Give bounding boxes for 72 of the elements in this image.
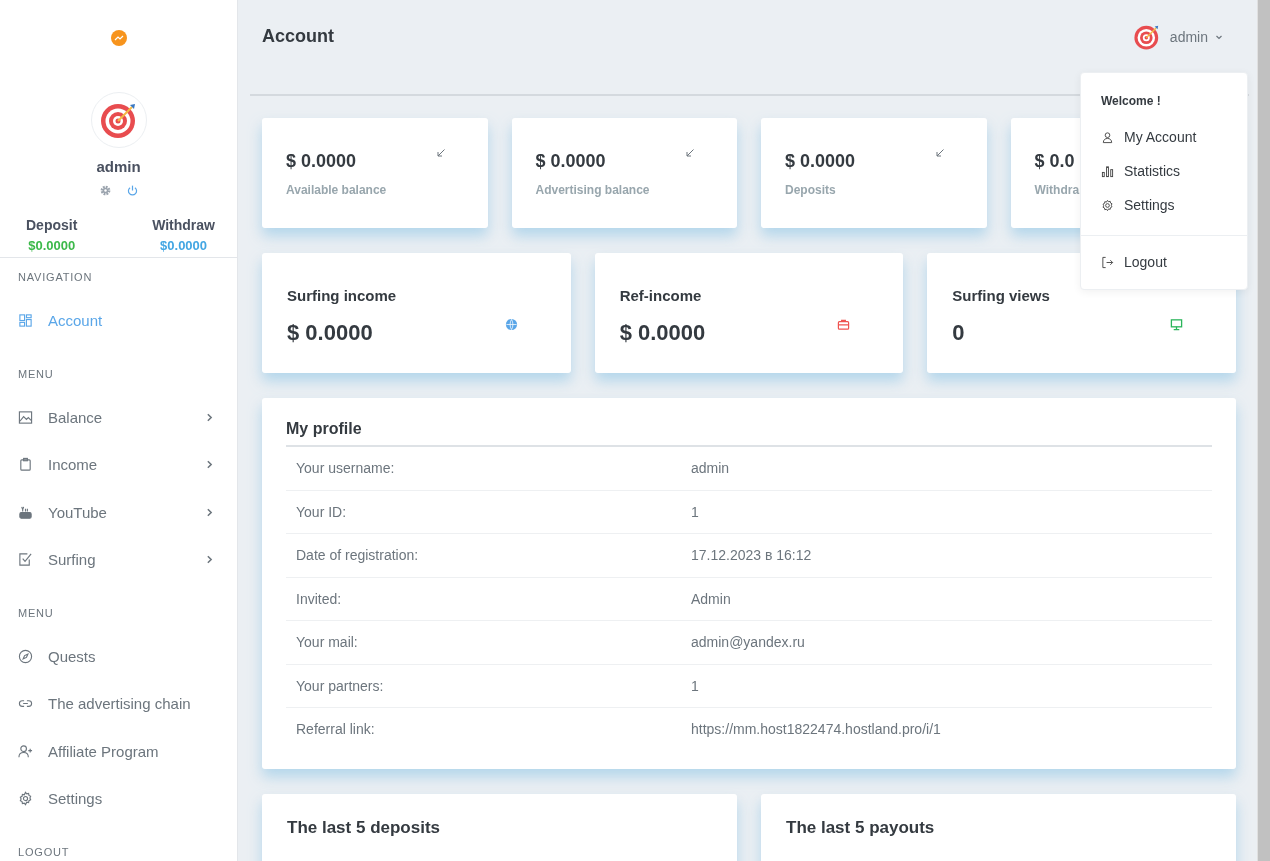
- scrollbar[interactable]: [1257, 0, 1270, 861]
- arrow-icon: [685, 148, 695, 158]
- table-cell: 1: [691, 677, 699, 694]
- power-icon[interactable]: [125, 184, 139, 197]
- balance-value: $0.0000: [160, 238, 208, 253]
- balance-value: $0.0000: [28, 238, 76, 253]
- table-cell: Admin: [691, 590, 731, 607]
- user-icon: [1101, 130, 1114, 144]
- card-title: The last 5 deposits: [287, 818, 442, 838]
- clipboard-icon: [18, 457, 33, 473]
- table-cell: admin: [691, 460, 730, 477]
- table-cell: Date of registration:: [296, 547, 419, 564]
- user-menu-button[interactable]: admin: [1132, 22, 1224, 51]
- arrow-icon: [435, 148, 446, 158]
- stat-label: Surfing income: [287, 287, 397, 304]
- card-title: The last 5 payouts: [786, 818, 936, 838]
- section-heading: MENU: [18, 367, 54, 382]
- sidebar-item[interactable]: Quests: [18, 632, 237, 680]
- balance-label: Deposit: [26, 217, 78, 233]
- balance-label: Withdraw: [152, 217, 215, 233]
- balance-amount: $ 0.0000: [535, 151, 606, 172]
- image-icon: [18, 409, 33, 425]
- table-cell: Referral link:: [296, 721, 375, 738]
- video-icon: [18, 504, 33, 520]
- balance-amount: $ 0.0: [1034, 151, 1075, 172]
- table-cell: https://mm.host1822474.hostland.pro/i/1: [691, 721, 941, 738]
- card-title: My profile: [286, 420, 1212, 447]
- sidebar-item[interactable]: Settings: [18, 775, 237, 823]
- arrow-icon: [934, 148, 945, 158]
- section-heading: NAVIGATION: [18, 271, 93, 285]
- sidebar-item[interactable]: YouTube: [18, 488, 237, 536]
- compass-icon: [18, 648, 33, 664]
- table-cell: Your partners:: [296, 677, 384, 694]
- balance-amount: $ 0.0000: [785, 151, 856, 172]
- bar-chart-icon: [1101, 164, 1114, 178]
- logout-item[interactable]: Logout: [1081, 245, 1247, 279]
- stat-value: $ 0.0000: [619, 320, 706, 346]
- logo-icon: [110, 30, 127, 46]
- table-cell: 17.12.2023 в 16:12: [691, 547, 812, 564]
- balance-label: Deposits: [785, 183, 836, 197]
- logout-icon: [1101, 255, 1114, 269]
- balance-label: Advertising balance: [535, 183, 650, 197]
- sidebar-item[interactable]: Account: [18, 297, 237, 345]
- sidebar-item[interactable]: Surfing: [18, 536, 237, 584]
- sidebar-item[interactable]: Income: [18, 441, 237, 489]
- stat-label: Ref-income: [619, 287, 702, 304]
- table-cell: Your ID:: [296, 503, 347, 520]
- user-name: admin: [96, 158, 141, 175]
- menu-item[interactable]: My Account: [1081, 120, 1247, 154]
- sidebar-item[interactable]: Affiliate Program: [18, 727, 237, 775]
- stat-value: $ 0.0000: [287, 320, 373, 346]
- sidebar-item[interactable]: Balance: [18, 393, 237, 441]
- table-cell: Your username:: [296, 460, 395, 477]
- add-user-icon: [18, 743, 33, 759]
- table-cell: Invited:: [296, 590, 342, 607]
- section-heading: MENU: [18, 606, 54, 621]
- page-title: Account: [262, 26, 334, 47]
- menu-item[interactable]: Statistics: [1081, 154, 1247, 188]
- dashboard-icon: [18, 313, 33, 329]
- balance-label: Withdra: [1034, 183, 1080, 197]
- section-heading: LOGOUT: [18, 845, 70, 860]
- balance-amount: $ 0.0000: [286, 151, 357, 172]
- stat-label: Surfing views: [952, 287, 1050, 304]
- table-cell: 1: [691, 503, 699, 520]
- sidebar-item[interactable]: The advertising chain: [18, 680, 237, 728]
- checkbox-icon: [18, 552, 33, 568]
- stat-value: 0: [952, 320, 965, 346]
- table-cell: Your mail:: [296, 634, 358, 651]
- table-cell: admin@yandex.ru: [691, 634, 805, 651]
- balance-label: Available balance: [286, 183, 387, 197]
- menu-heading: Welcome !: [1100, 93, 1162, 110]
- menu-item[interactable]: Settings: [1081, 188, 1247, 222]
